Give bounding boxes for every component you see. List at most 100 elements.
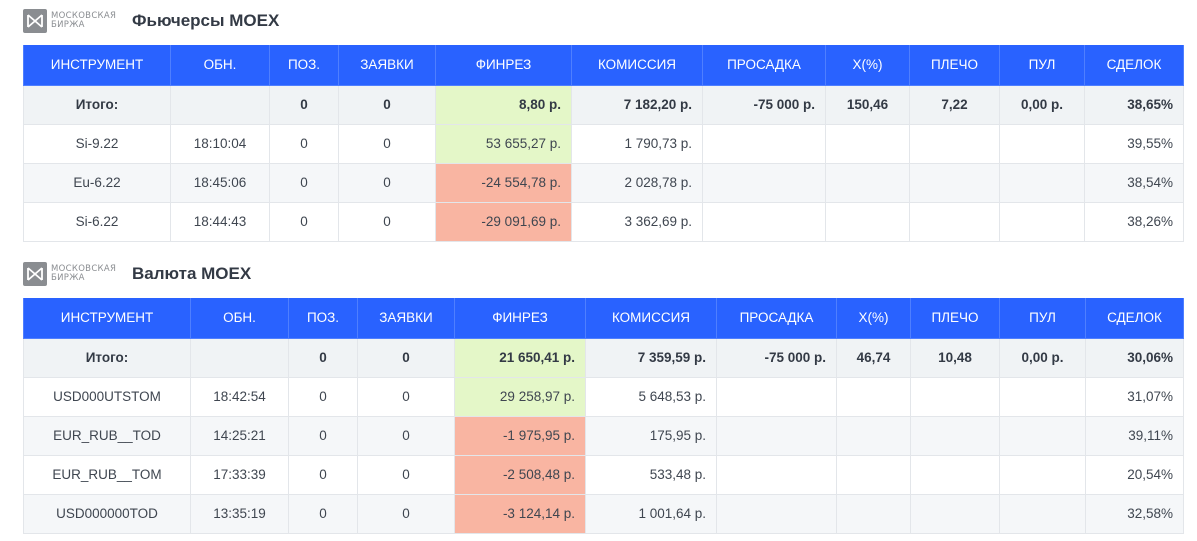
- column-header-orders[interactable]: ЗАЯВКИ: [357, 298, 455, 339]
- total-leverage: 10,48: [910, 337, 1000, 378]
- cell-pool: [999, 415, 1086, 456]
- cell-commission: 5 648,53 р.: [585, 376, 717, 417]
- cell-position: 0: [288, 454, 358, 495]
- table-row[interactable]: USD000UTSTOM 18:42:54 0 0 29 258,97 р. 5…: [23, 376, 1184, 417]
- column-header-commission[interactable]: КОМИССИЯ: [571, 45, 703, 86]
- cell-position: 0: [288, 493, 358, 534]
- table-row[interactable]: Eu-6.22 18:45:06 0 0 -24 554,78 р. 2 028…: [23, 162, 1184, 203]
- column-header-x-percent[interactable]: Х(%): [825, 45, 910, 86]
- table-row[interactable]: Si-6.22 18:44:43 0 0 -29 091,69 р. 3 362…: [23, 201, 1184, 242]
- total-row: Итого: 0 0 21 650,41 р. 7 359,59 р. -75 …: [23, 337, 1184, 378]
- total-updated: [170, 84, 270, 125]
- column-header-orders[interactable]: ЗАЯВКИ: [338, 45, 436, 86]
- column-header-drawdown[interactable]: ПРОСАДКА: [702, 45, 826, 86]
- column-header-updated[interactable]: ОБН.: [170, 45, 270, 86]
- cell-position: 0: [269, 162, 339, 203]
- cell-leverage: [910, 454, 1000, 495]
- futures-table: ИНСТРУМЕНТ ОБН. ПОЗ. ЗАЯВКИ ФИНРЕЗ КОМИС…: [23, 45, 1184, 242]
- cell-x-percent: [825, 162, 910, 203]
- cell-drawdown: [716, 493, 837, 534]
- total-orders: 0: [357, 337, 455, 378]
- total-drawdown: -75 000 р.: [702, 84, 826, 125]
- cell-commission: 2 028,78 р.: [571, 162, 703, 203]
- cell-updated: 18:44:43: [170, 201, 270, 242]
- cell-instrument: Eu-6.22: [23, 162, 171, 203]
- section-header-futures: Московская Биржа Фьючерсы MOEX: [23, 8, 279, 34]
- cell-finres: -29 091,69 р.: [435, 201, 572, 242]
- cell-leverage: [909, 162, 1000, 203]
- logo-text-line2: Биржа: [51, 20, 85, 30]
- table-row[interactable]: EUR_RUB__TOD 14:25:21 0 0 -1 975,95 р. 1…: [23, 415, 1184, 456]
- cell-orders: 0: [357, 493, 455, 534]
- moex-logo-icon: [23, 9, 47, 33]
- column-header-commission[interactable]: КОМИССИЯ: [585, 298, 717, 339]
- cell-commission: 175,95 р.: [585, 415, 717, 456]
- column-header-pool[interactable]: ПУЛ: [999, 45, 1085, 86]
- cell-pool: [999, 162, 1085, 203]
- column-header-instrument[interactable]: ИНСТРУМЕНТ: [23, 45, 171, 86]
- cell-instrument: USD000000TOD: [23, 493, 191, 534]
- cell-pool: [999, 454, 1086, 495]
- column-header-deals[interactable]: СДЕЛОК: [1084, 45, 1184, 86]
- total-leverage: 7,22: [909, 84, 1000, 125]
- column-header-finres[interactable]: ФИНРЕЗ: [454, 298, 586, 339]
- cell-leverage: [910, 493, 1000, 534]
- total-x-percent: 150,46: [825, 84, 910, 125]
- column-header-deals[interactable]: СДЕЛОК: [1085, 298, 1184, 339]
- column-header-position[interactable]: ПОЗ.: [269, 45, 339, 86]
- column-header-finres[interactable]: ФИНРЕЗ: [435, 45, 572, 86]
- cell-deals: 20,54%: [1085, 454, 1184, 495]
- cell-leverage: [909, 201, 1000, 242]
- column-header-pool[interactable]: ПУЛ: [999, 298, 1086, 339]
- cell-finres: -3 124,14 р.: [454, 493, 586, 534]
- cell-instrument: USD000UTSTOM: [23, 376, 191, 417]
- table-row[interactable]: EUR_RUB__TOM 17:33:39 0 0 -2 508,48 р. 5…: [23, 454, 1184, 495]
- cell-position: 0: [269, 123, 339, 164]
- column-header-leverage[interactable]: ПЛЕЧО: [910, 298, 1000, 339]
- total-position: 0: [288, 337, 358, 378]
- cell-instrument: EUR_RUB__TOM: [23, 454, 191, 495]
- total-pool: 0,00 р.: [999, 337, 1086, 378]
- cell-instrument: Si-6.22: [23, 201, 171, 242]
- column-header-updated[interactable]: ОБН.: [190, 298, 289, 339]
- cell-x-percent: [836, 376, 911, 417]
- total-updated: [190, 337, 289, 378]
- cell-deals: 32,58%: [1085, 493, 1184, 534]
- cell-orders: 0: [357, 415, 455, 456]
- cell-pool: [999, 493, 1086, 534]
- cell-leverage: [909, 123, 1000, 164]
- table-row[interactable]: Si-9.22 18:10:04 0 0 53 655,27 р. 1 790,…: [23, 123, 1184, 164]
- column-header-position[interactable]: ПОЗ.: [288, 298, 358, 339]
- total-commission: 7 182,20 р.: [571, 84, 703, 125]
- column-header-drawdown[interactable]: ПРОСАДКА: [716, 298, 837, 339]
- column-header-leverage[interactable]: ПЛЕЧО: [909, 45, 1000, 86]
- cell-finres: -24 554,78 р.: [435, 162, 572, 203]
- cell-drawdown: [702, 162, 826, 203]
- cell-drawdown: [716, 376, 837, 417]
- cell-deals: 31,07%: [1085, 376, 1184, 417]
- cell-leverage: [910, 415, 1000, 456]
- cell-drawdown: [716, 415, 837, 456]
- cell-orders: 0: [357, 454, 455, 495]
- table-row[interactable]: USD000000TOD 13:35:19 0 0 -3 124,14 р. 1…: [23, 493, 1184, 534]
- moex-logo: Московская Биржа: [23, 262, 119, 286]
- cell-pool: [999, 201, 1085, 242]
- cell-pool: [999, 376, 1086, 417]
- cell-updated: 13:35:19: [190, 493, 289, 534]
- cell-orders: 0: [338, 162, 436, 203]
- cell-finres: -2 508,48 р.: [454, 454, 586, 495]
- moex-logo-icon: [23, 262, 47, 286]
- column-header-instrument[interactable]: ИНСТРУМЕНТ: [23, 298, 191, 339]
- cell-x-percent: [825, 123, 910, 164]
- total-deals: 30,06%: [1085, 337, 1184, 378]
- total-label: Итого:: [23, 337, 191, 378]
- column-header-x-percent[interactable]: Х(%): [836, 298, 911, 339]
- cell-orders: 0: [338, 123, 436, 164]
- cell-x-percent: [825, 201, 910, 242]
- cell-drawdown: [702, 123, 826, 164]
- cell-finres: -1 975,95 р.: [454, 415, 586, 456]
- cell-orders: 0: [357, 376, 455, 417]
- table-header-row: ИНСТРУМЕНТ ОБН. ПОЗ. ЗАЯВКИ ФИНРЕЗ КОМИС…: [23, 298, 1184, 339]
- total-orders: 0: [338, 84, 436, 125]
- cell-commission: 3 362,69 р.: [571, 201, 703, 242]
